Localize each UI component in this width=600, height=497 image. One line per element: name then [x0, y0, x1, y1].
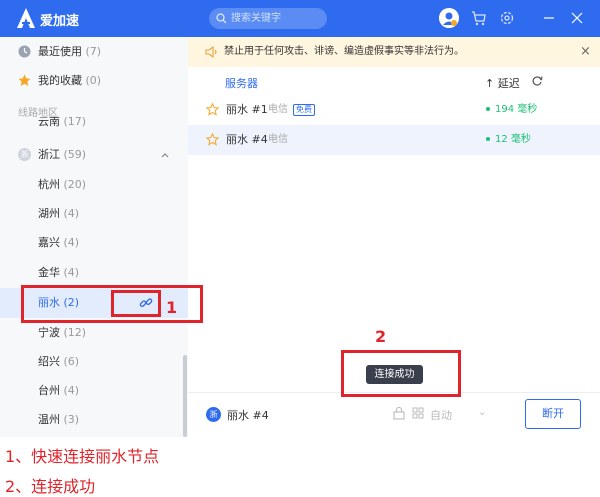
grid-mode-icon[interactable] [412, 407, 424, 420]
sidebar-item-wenzhou[interactable]: 温州 (3) [0, 405, 188, 435]
province-badge-icon: 浙 [206, 407, 221, 422]
minimize-icon[interactable] [540, 9, 558, 27]
annotation-caption-2: 2、连接成功 [5, 477, 96, 496]
server-column-header[interactable]: 服务器 [225, 75, 258, 91]
star-icon [18, 74, 31, 86]
sidebar-scrollbar[interactable] [183, 355, 187, 437]
sidebar-item-count: (17) [63, 117, 87, 128]
sidebar-item-count: (4) [63, 384, 80, 397]
sidebar-item-count: (0) [85, 74, 102, 87]
annotation-number-1: 1 [166, 298, 178, 317]
sidebar-item-count: (4) [63, 236, 80, 249]
sidebar-item-label: 金华 [38, 266, 60, 279]
banner-text: 禁止用于任何攻击、诽谤、编造虚假事实等非法行为。 [224, 46, 464, 57]
sidebar-item-label: 绍兴 [38, 355, 60, 368]
latency-column-header[interactable]: ↑ 延迟 [485, 75, 520, 91]
sidebar-item-jinhua[interactable]: 金华 (4) [0, 258, 188, 288]
ping-value: 194 毫秒 [495, 104, 538, 115]
cart-icon[interactable] [470, 9, 488, 27]
sidebar-item-hangzhou[interactable]: 杭州 (20) [0, 170, 188, 200]
sidebar-item-recent[interactable]: 最近使用 (7) [0, 37, 188, 67]
server-name: 丽水 #4 [226, 133, 268, 146]
server-name: 丽水 #1 [226, 103, 268, 116]
sidebar-item-count: (7) [85, 45, 102, 58]
title-bar: 爱加速 搜索关键字 [0, 0, 600, 37]
server-isp: 电信 [268, 134, 288, 145]
sidebar-item-label: 最近使用 [38, 45, 82, 58]
disconnect-button[interactable]: 断开 [525, 399, 581, 429]
table-row[interactable]: 丽水 #1 电信 免费 194 毫秒 [188, 95, 600, 125]
close-icon[interactable] [568, 9, 586, 27]
server-ping: 194 毫秒 [486, 95, 537, 125]
province-badge-icon: 浙 [18, 148, 31, 161]
sidebar-item-label: 湖州 [38, 207, 60, 220]
server-table-header: 服务器 ↑ 延迟 [188, 67, 600, 95]
sidebar-item-taizhou[interactable]: 台州 (4) [0, 376, 188, 406]
ping-value: 12 毫秒 [495, 134, 531, 145]
lock-icon[interactable] [393, 407, 405, 420]
speaker-icon [205, 46, 217, 58]
sidebar-item-count: (20) [63, 178, 87, 191]
sidebar-item-count: (59) [63, 148, 87, 161]
search-input[interactable]: 搜索关键字 [209, 8, 327, 29]
ping-dot-icon [486, 137, 490, 141]
sidebar-item-count: (3) [63, 413, 80, 426]
sidebar-item-label: 台州 [38, 384, 60, 397]
ping-dot-icon [486, 107, 490, 111]
sidebar-item-shaoxing[interactable]: 绍兴 (6) [0, 347, 188, 377]
refresh-icon[interactable] [531, 75, 543, 87]
sidebar-item-count: (4) [63, 266, 80, 279]
sidebar-item-favorites[interactable]: 我的收藏 (0) [0, 66, 188, 96]
sidebar-item-count: (12) [63, 326, 87, 339]
connection-bar: 浙 丽水 #4 自动 ⌄ 断开 [188, 392, 600, 437]
chevron-down-icon[interactable]: ⌄ [478, 407, 486, 418]
sidebar-item-label: 宁波 [38, 326, 60, 339]
search-placeholder: 搜索关键字 [231, 13, 281, 24]
warning-banner: 禁止用于任何攻击、诽谤、编造虚假事实等非法行为。 [188, 37, 600, 67]
sidebar: 最近使用 (7) 我的收藏 (0) 线路地区 云南 (17) 浙 浙江 (59)… [0, 37, 188, 437]
chevron-up-icon[interactable] [161, 152, 169, 158]
annotation-box-2 [341, 350, 461, 397]
user-avatar-icon[interactable] [439, 8, 459, 28]
sidebar-item-count: (6) [63, 355, 80, 368]
app-logo-icon [17, 8, 35, 28]
gear-icon[interactable] [498, 9, 516, 27]
sidebar-item-jiaxing[interactable]: 嘉兴 (4) [0, 228, 188, 258]
app-title: 爱加速 [40, 14, 80, 29]
sidebar-item-label: 我的收藏 [38, 74, 82, 87]
sidebar-item-label: 温州 [38, 413, 60, 426]
sidebar-item-label: 杭州 [38, 178, 60, 191]
table-row[interactable]: 丽水 #4 电信 12 毫秒 [188, 125, 600, 155]
sidebar-item-yunnan[interactable]: 云南 (17) [0, 117, 188, 129]
star-outline-icon[interactable] [206, 133, 219, 146]
search-icon [216, 13, 227, 24]
sidebar-item-label: 浙江 [38, 148, 60, 161]
sidebar-item-label: 云南 [38, 117, 60, 128]
annotation-caption-1: 1、快速连接丽水节点 [5, 447, 160, 466]
banner-close-icon[interactable]: × [580, 44, 591, 59]
sidebar-item-count: (4) [63, 207, 80, 220]
star-outline-icon[interactable] [206, 103, 219, 116]
server-isp: 电信 [268, 104, 288, 115]
sidebar-item-label: 嘉兴 [38, 236, 60, 249]
free-badge: 免费 [293, 104, 315, 116]
mode-select[interactable]: 自动 [430, 407, 452, 423]
server-ping: 12 毫秒 [486, 125, 531, 155]
sidebar-item-huzhou[interactable]: 湖州 (4) [0, 199, 188, 229]
sidebar-item-zhejiang[interactable]: 浙 浙江 (59) [0, 140, 188, 170]
annotation-box-1-inner [111, 290, 161, 317]
annotation-number-2: 2 [375, 327, 387, 346]
clock-icon [18, 45, 31, 58]
current-node: 丽水 #4 [227, 409, 269, 422]
